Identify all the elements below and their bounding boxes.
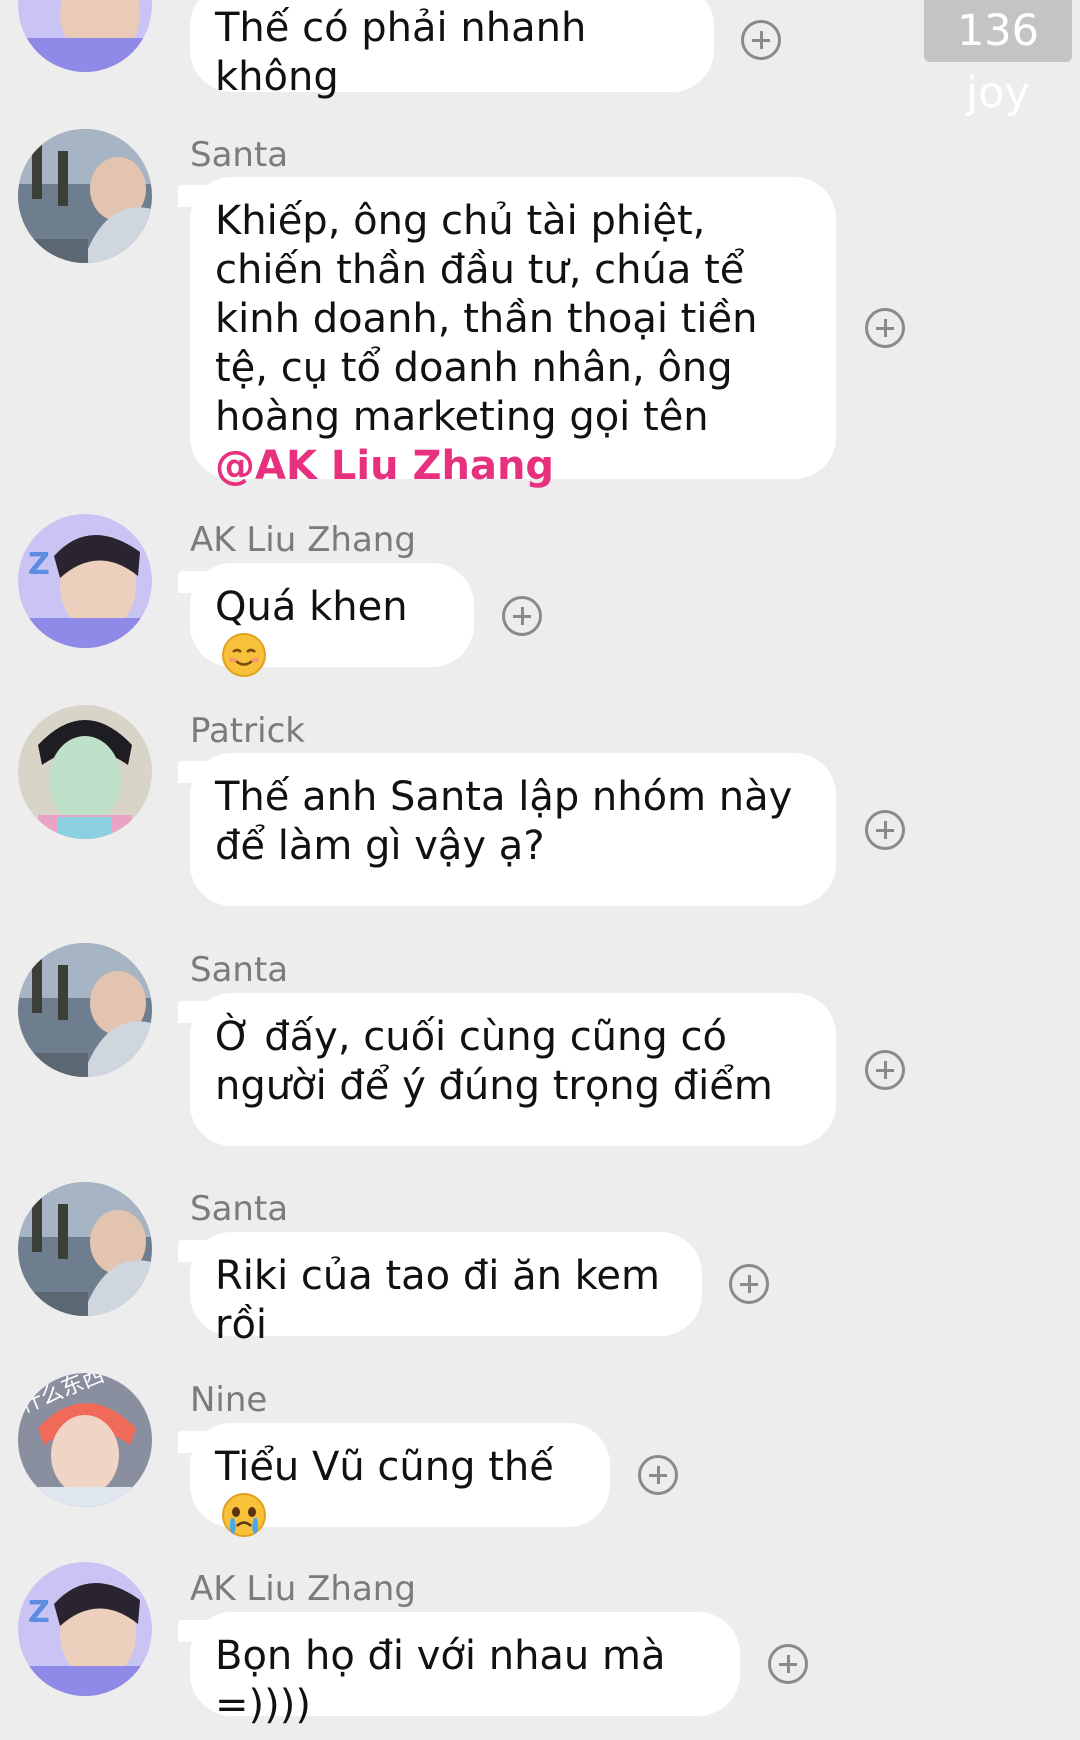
plus-circle-icon[interactable] bbox=[729, 1264, 769, 1304]
message-text: Tiểu Vũ cũng thế bbox=[215, 1444, 554, 1490]
santa-avatar-image bbox=[18, 1182, 152, 1316]
sender-name: Patrick bbox=[190, 711, 305, 751]
message-bubble[interactable]: Riki của tao đi ăn kem rồi bbox=[190, 1232, 702, 1348]
avatar[interactable] bbox=[18, 1182, 152, 1316]
message-bubble[interactable]: Thế anh Santa lập nhóm này để làm gì vậy… bbox=[190, 753, 836, 906]
patrick-avatar-image bbox=[18, 705, 152, 839]
sender-name: AK Liu Zhang bbox=[190, 520, 416, 560]
crying-face-emoji bbox=[222, 1493, 266, 1537]
plus-circle-icon[interactable] bbox=[865, 308, 905, 348]
ak-avatar-image: Z bbox=[18, 1562, 152, 1696]
sender-name: Santa bbox=[190, 1189, 289, 1229]
message-text: Thế có phải nhanh không bbox=[215, 5, 587, 100]
nine-avatar-image: 什么东西 bbox=[18, 1373, 152, 1507]
message-bubble[interactable]: Ờ đấy, cuối cùng cũng có người để ý đúng… bbox=[190, 993, 836, 1146]
plus-circle-icon[interactable] bbox=[741, 20, 781, 60]
svg-text:Z: Z bbox=[28, 1595, 50, 1630]
sender-name: AK Liu Zhang bbox=[190, 1569, 416, 1609]
message-text: Khiếp, ông chủ tài phiệt, chiến thần đầu… bbox=[215, 198, 758, 440]
plus-circle-icon[interactable] bbox=[638, 1455, 678, 1495]
plus-circle-icon[interactable] bbox=[865, 810, 905, 850]
ak-avatar-image bbox=[18, 0, 152, 72]
message-bubble[interactable]: Thế có phải nhanh không bbox=[190, 0, 714, 100]
watermark: 136 joy bbox=[924, 0, 1072, 118]
avatar[interactable] bbox=[18, 943, 152, 1077]
avatar[interactable]: Z bbox=[18, 514, 152, 648]
message-bubble[interactable]: Tiểu Vũ cũng thế bbox=[190, 1423, 610, 1537]
ak-avatar-image: Z bbox=[18, 514, 152, 648]
plus-circle-icon[interactable] bbox=[768, 1644, 808, 1684]
message-bubble[interactable]: Quá khen bbox=[190, 563, 474, 677]
avatar[interactable]: 什么东西 bbox=[18, 1373, 152, 1507]
message-text: Thế anh Santa lập nhóm này để làm gì vậy… bbox=[215, 774, 793, 869]
plus-circle-icon[interactable] bbox=[502, 596, 542, 636]
santa-avatar-image bbox=[18, 943, 152, 1077]
avatar[interactable]: Z bbox=[18, 1562, 152, 1696]
message-text: Quá khen bbox=[215, 584, 408, 630]
mention-link[interactable]: @AK Liu Zhang bbox=[215, 443, 554, 489]
message-bubble[interactable]: Bọn họ đi với nhau mà =)))) bbox=[190, 1612, 740, 1728]
svg-text:Z: Z bbox=[28, 547, 50, 582]
avatar[interactable] bbox=[18, 705, 152, 839]
sender-name: Nine bbox=[190, 1380, 268, 1420]
santa-avatar-image bbox=[18, 129, 152, 263]
message-text: Bọn họ đi với nhau mà =)))) bbox=[215, 1633, 666, 1728]
avatar[interactable] bbox=[18, 129, 152, 263]
sender-name: Santa bbox=[190, 950, 289, 990]
message-text: Riki của tao đi ăn kem rồi bbox=[215, 1253, 660, 1348]
plus-circle-icon[interactable] bbox=[865, 1050, 905, 1090]
message-text: Ờ đấy, cuối cùng cũng có người để ý đúng… bbox=[215, 1014, 773, 1109]
avatar[interactable] bbox=[18, 0, 152, 72]
message-bubble[interactable]: Khiếp, ông chủ tài phiệt, chiến thần đầu… bbox=[190, 177, 836, 489]
sender-name: Santa bbox=[190, 135, 289, 175]
smiling-face-emoji bbox=[222, 633, 266, 677]
